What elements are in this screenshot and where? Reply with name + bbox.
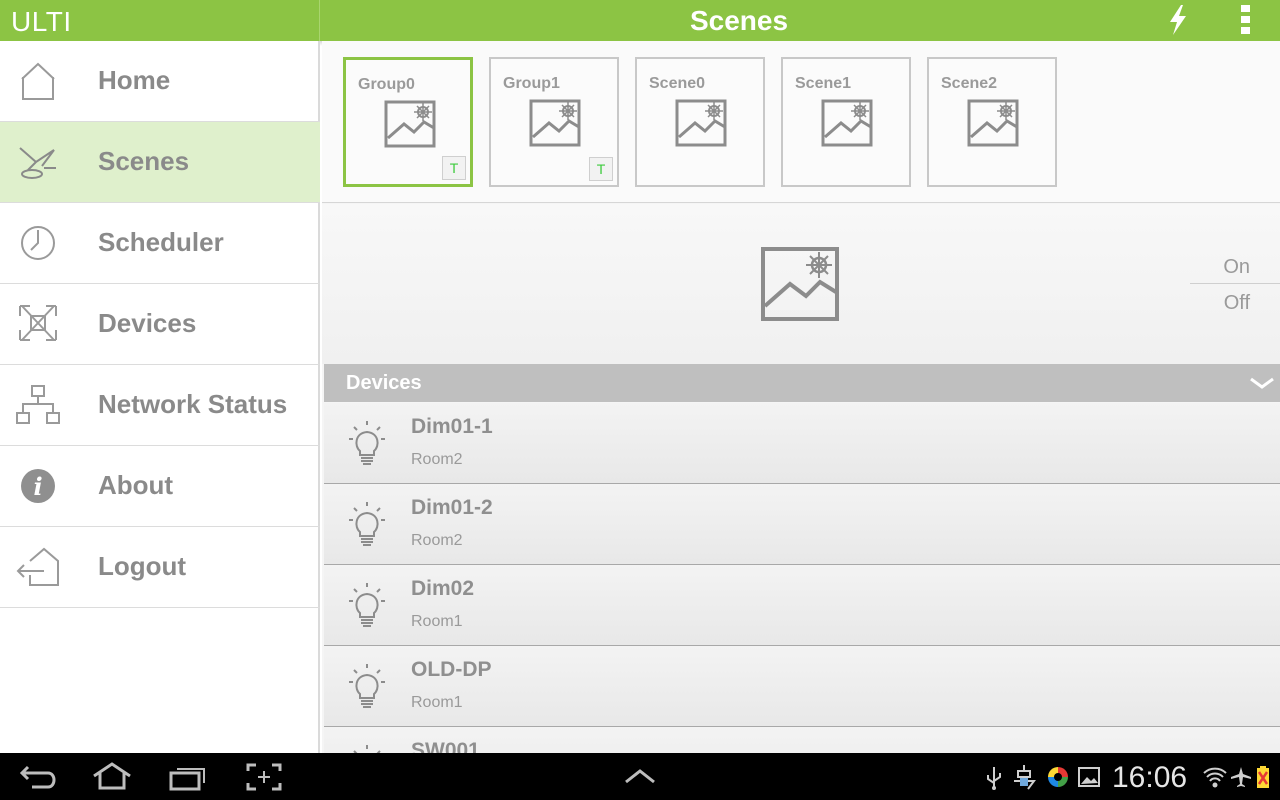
scene-strip[interactable]: Group0 T Group1 T Scene0 Scene1 Scene2	[322, 41, 1280, 203]
sidebar-item-logout[interactable]: Logout	[0, 527, 320, 608]
scene-name: Group0	[358, 76, 415, 93]
action-bar: ULTI Scenes	[0, 0, 1280, 41]
chevron-down-icon[interactable]	[1248, 374, 1276, 392]
scene-card-group0[interactable]: Group0 T	[343, 57, 473, 187]
on-button[interactable]: On	[1190, 252, 1280, 284]
home-nav-icon[interactable]	[92, 762, 132, 790]
battery-icon	[1257, 766, 1269, 788]
sidebar-item-network-status[interactable]: Network Status	[0, 365, 320, 446]
device-room: Room2	[411, 451, 463, 468]
sidebar-item-scheduler[interactable]: Scheduler	[0, 203, 320, 284]
network-icon	[16, 385, 60, 424]
scene-card-scene0[interactable]: Scene0	[635, 57, 765, 187]
light-bulb-icon	[353, 745, 381, 753]
scenes-icon	[19, 147, 56, 179]
device-row-dim01-2[interactable]: Dim01-2 Room2	[324, 484, 1280, 565]
image-placeholder-icon	[529, 99, 581, 147]
device-row-old-dp[interactable]: OLD-DP Room1	[324, 646, 1280, 727]
scene-detail: On Off	[322, 204, 1280, 364]
system-navigation-bar: 16:06	[0, 753, 1280, 800]
scene-name: Scene1	[795, 75, 852, 92]
image-placeholder-icon	[821, 99, 873, 147]
trigger-badge: T	[442, 156, 466, 180]
info-icon: i	[21, 469, 55, 503]
airplane-mode-icon	[1231, 767, 1251, 787]
sidebar: Home Scenes Scheduler Devices Network St…	[0, 41, 320, 753]
sidebar-item-scenes[interactable]: Scenes	[0, 122, 320, 203]
trigger-badge: T	[589, 157, 613, 181]
home-icon	[21, 62, 55, 100]
light-bulb-icon	[349, 664, 385, 708]
scene-card-scene2[interactable]: Scene2	[927, 57, 1057, 187]
app-brand[interactable]: ULTI	[0, 0, 320, 41]
scene-image-placeholder-icon[interactable]	[760, 244, 840, 324]
devices-header-label: Devices	[346, 372, 422, 394]
device-room: Room1	[411, 694, 463, 711]
sidebar-item-label: Scheduler	[98, 227, 224, 257]
gallery-icon	[1078, 767, 1100, 787]
device-name: Dim01-1	[411, 415, 493, 438]
brand-label: ULTI	[11, 6, 72, 37]
sidebar-item-label: Logout	[98, 551, 187, 581]
device-row-dim02[interactable]: Dim02 Room1	[324, 565, 1280, 646]
back-icon[interactable]	[20, 763, 58, 791]
device-name: SW001	[411, 739, 480, 753]
scene-card-group1[interactable]: Group1 T	[489, 57, 619, 187]
light-bulb-icon	[349, 502, 385, 546]
usb-icon	[987, 767, 1001, 790]
sync-app-icon	[1048, 767, 1068, 787]
lightning-icon[interactable]	[1162, 3, 1194, 37]
off-button[interactable]: Off	[1190, 286, 1280, 322]
scene-name: Scene0	[649, 75, 706, 92]
status-clock: 16:06	[1112, 761, 1188, 794]
devices-icon	[19, 305, 57, 341]
scene-name: Scene2	[941, 75, 998, 92]
sidebar-item-label: Devices	[98, 308, 197, 338]
light-bulb-icon	[349, 583, 385, 627]
chevron-up-icon[interactable]	[622, 767, 658, 785]
recent-apps-icon[interactable]	[168, 763, 206, 791]
sidebar-item-label: Scenes	[98, 146, 190, 176]
usb-debug-icon	[1014, 765, 1036, 790]
image-placeholder-icon	[967, 99, 1019, 147]
off-label: Off	[1223, 292, 1250, 314]
device-name: OLD-DP	[411, 658, 492, 681]
sidebar-item-label: Network Status	[98, 389, 288, 419]
device-row-dim01-1[interactable]: Dim01-1 Room2	[324, 403, 1280, 484]
page-title: Scenes	[689, 5, 789, 36]
sidebar-item-label: Home	[98, 65, 171, 95]
clock-icon	[21, 226, 55, 260]
on-label: On	[1223, 256, 1250, 278]
scene-card-scene1[interactable]: Scene1	[781, 57, 911, 187]
device-name: Dim01-2	[411, 496, 493, 519]
main-content: Group0 T Group1 T Scene0 Scene1 Scene2 O…	[322, 41, 1280, 753]
sidebar-item-home[interactable]: Home	[0, 41, 320, 122]
device-room: Room2	[411, 532, 463, 549]
scene-name: Group1	[503, 75, 560, 92]
logout-icon	[16, 547, 59, 586]
svg-text:i: i	[33, 472, 42, 501]
device-row-sw001[interactable]: SW001	[324, 727, 1280, 753]
screenshot-icon[interactable]	[246, 763, 282, 791]
image-placeholder-icon	[384, 100, 436, 148]
light-bulb-icon	[349, 421, 385, 465]
devices-section-header[interactable]: Devices	[324, 364, 1280, 402]
device-name: Dim02	[411, 577, 475, 600]
wifi-icon	[1203, 767, 1227, 788]
sidebar-item-about[interactable]: i About	[0, 446, 320, 527]
sidebar-item-devices[interactable]: Devices	[0, 284, 320, 365]
device-room: Room1	[411, 613, 463, 630]
image-placeholder-icon	[675, 99, 727, 147]
sidebar-item-label: About	[98, 470, 174, 500]
overflow-menu-icon[interactable]	[1232, 3, 1260, 37]
